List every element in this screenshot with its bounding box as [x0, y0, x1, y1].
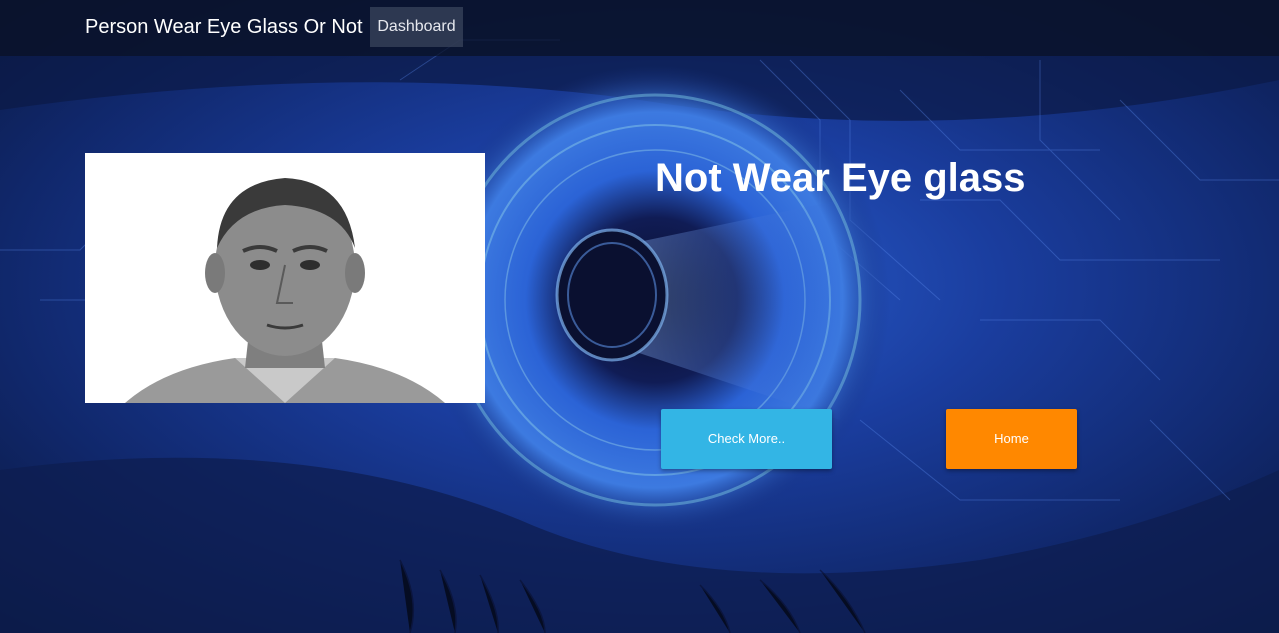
check-more-button[interactable]: Check More..	[661, 409, 832, 469]
navbar-brand[interactable]: Person Wear Eye Glass Or Not	[85, 15, 363, 39]
home-button[interactable]: Home	[946, 409, 1077, 469]
person-portrait-icon	[85, 153, 485, 403]
top-navbar: Person Wear Eye Glass Or Not Dashboard	[0, 0, 1279, 56]
result-title: Not Wear Eye glass	[655, 156, 1026, 200]
nav-link-dashboard[interactable]: Dashboard	[370, 7, 463, 47]
uploaded-person-photo	[85, 153, 485, 403]
